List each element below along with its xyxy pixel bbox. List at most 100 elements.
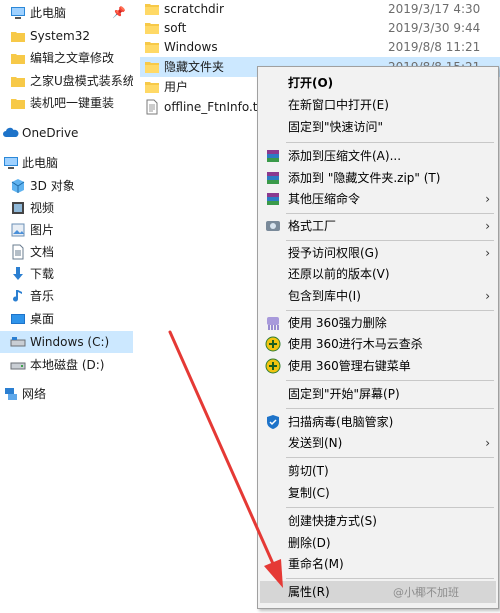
nav-item-drive-c[interactable]: Windows (C:): [0, 331, 133, 353]
shield-icon: [267, 415, 279, 429]
menu-item-format-factory[interactable]: 格式工厂 ›: [260, 215, 496, 237]
plus-360-icon: [265, 358, 281, 374]
menu-item-properties[interactable]: 属性(R): [260, 581, 496, 603]
menu-item-send-to[interactable]: 发送到(N) ›: [260, 432, 496, 454]
chevron-right-icon: ›: [485, 289, 490, 303]
nav-item-this-pc[interactable]: 此电脑: [0, 152, 133, 174]
nav-label: 此电脑: [22, 156, 59, 170]
nav-item-onedrive[interactable]: OneDrive: [0, 122, 133, 144]
nav-item-usb-install[interactable]: 之家U盘模式装系统: [0, 70, 133, 92]
menu-label: 在新窗口中打开(E): [288, 98, 389, 112]
menu-item-cut[interactable]: 剪切(T): [260, 460, 496, 482]
menu-item-360-trojan-scan[interactable]: 使用 360进行木马云查杀: [260, 333, 496, 355]
menu-item-copy[interactable]: 复制(C): [260, 482, 496, 504]
nav-item-desktop[interactable]: 桌面: [0, 308, 133, 330]
file-name: 隐藏文件夹: [164, 60, 225, 74]
menu-item-create-shortcut[interactable]: 创建快捷方式(S): [260, 510, 496, 532]
menu-item-delete[interactable]: 删除(D): [260, 532, 496, 554]
winrar-icon: [267, 193, 279, 205]
menu-item-open-new-window[interactable]: 在新窗口中打开(E): [260, 94, 496, 116]
menu-label: 添加到 "隐藏文件夹.zip" (T): [288, 171, 441, 185]
nav-item-pictures[interactable]: 图片: [0, 219, 133, 241]
menu-item-pin-quick-access[interactable]: 固定到"快速访问": [260, 116, 496, 138]
menu-separator: [286, 507, 494, 508]
pin-icon[interactable]: 📌: [112, 6, 126, 19]
menu-label: 格式工厂: [288, 219, 337, 233]
menu-label: 发送到(N): [288, 436, 343, 450]
nav-item-music[interactable]: 音乐: [0, 285, 133, 307]
winrar-icon: [267, 150, 279, 162]
chevron-right-icon: ›: [485, 246, 490, 260]
menu-label: 复制(C): [288, 486, 330, 500]
nav-item-one-click-reinstall[interactable]: 装机吧一键重装: [0, 92, 133, 114]
nav-item-network[interactable]: 网络: [0, 383, 133, 405]
pc-icon: [11, 7, 25, 19]
menu-separator: [286, 380, 494, 381]
nav-item-system32[interactable]: System32: [0, 25, 133, 47]
menu-separator: [286, 310, 494, 311]
nav-item-3d-objects[interactable]: 3D 对象: [0, 175, 133, 197]
folder-icon: [145, 4, 159, 15]
menu-item-include-library[interactable]: 包含到库中(I) ›: [260, 285, 496, 307]
drive-d-icon: [10, 362, 26, 370]
navigation-pane: 此电脑 📌 System32 编辑之文章修改 之家U盘模式装系统 装机吧一键重装…: [0, 0, 133, 613]
menu-separator: [286, 578, 494, 579]
music-icon: [13, 290, 22, 302]
watermark-text: @小椰不加班: [393, 586, 459, 599]
nav-item-this-pc-quick[interactable]: 此电脑 📌: [0, 2, 133, 24]
menu-item-360-force-delete[interactable]: 使用 360强力删除: [260, 312, 496, 334]
menu-item-rename[interactable]: 重命名(M): [260, 553, 496, 575]
nav-label: 桌面: [30, 312, 55, 326]
menu-item-pin-start[interactable]: 固定到"开始"屏幕(P): [260, 383, 496, 405]
file-row-scratchdir[interactable]: scratchdir 2019/3/17 4:30: [140, 0, 500, 19]
menu-item-add-to-archive[interactable]: 添加到压缩文件(A)...: [260, 145, 496, 167]
menu-label: 包含到库中(I): [288, 289, 361, 303]
file-date: 2019/3/30 9:44: [388, 21, 481, 35]
context-menu: 打开(O) 在新窗口中打开(E) 固定到"快速访问" 添加到压缩文件(A)...…: [257, 66, 499, 609]
menu-label: 重命名(M): [288, 557, 344, 571]
menu-label: 使用 360进行木马云查杀: [288, 337, 423, 351]
3d-objects-icon: [11, 179, 25, 193]
nav-label: 视频: [30, 201, 55, 215]
download-icon: [13, 267, 23, 280]
chevron-right-icon: ›: [485, 219, 490, 233]
nav-item-documents[interactable]: 文档: [0, 241, 133, 263]
menu-item-other-compress[interactable]: 其他压缩命令 ›: [260, 188, 496, 210]
nav-item-videos[interactable]: 视频: [0, 197, 133, 219]
menu-item-scan-virus[interactable]: 扫描病毒(电脑管家): [260, 411, 496, 433]
nav-label: 文档: [30, 245, 55, 259]
chevron-right-icon: ›: [485, 192, 490, 206]
folder-icon: [145, 62, 159, 73]
format-factory-icon: [266, 221, 280, 231]
file-row-windows[interactable]: Windows 2019/8/8 11:21: [140, 37, 500, 57]
menu-item-open[interactable]: 打开(O): [260, 72, 496, 94]
menu-item-360-manage-menu[interactable]: 使用 360管理右键菜单: [260, 355, 496, 377]
menu-item-add-to-zip[interactable]: 添加到 "隐藏文件夹.zip" (T): [260, 167, 496, 189]
nav-item-drive-d[interactable]: 本地磁盘 (D:): [0, 354, 133, 376]
menu-item-grant-access[interactable]: 授予访问权限(G) ›: [260, 242, 496, 264]
nav-item-downloads[interactable]: 下载: [0, 263, 133, 285]
folder-icon: [11, 99, 25, 109]
file-date: 2019/8/8 11:21: [388, 40, 481, 54]
menu-separator: [286, 213, 494, 214]
menu-label: 添加到压缩文件(A)...: [288, 149, 402, 163]
menu-label: 固定到"开始"屏幕(P): [288, 387, 400, 401]
menu-separator: [286, 457, 494, 458]
nav-label: 图片: [30, 223, 55, 237]
menu-label: 剪切(T): [288, 464, 329, 478]
menu-label: 固定到"快速访问": [288, 120, 384, 134]
file-row-soft[interactable]: soft 2019/3/30 9:44: [140, 18, 500, 38]
file-name: offline_FtnInfo.txt: [164, 100, 270, 114]
nav-label: 音乐: [30, 289, 55, 303]
pictures-icon: [11, 223, 25, 237]
menu-label: 其他压缩命令: [288, 192, 361, 206]
folder-icon: [11, 77, 25, 87]
menu-label: 使用 360管理右键菜单: [288, 359, 411, 373]
plus-360-icon: [265, 336, 281, 352]
nav-item-article-edit[interactable]: 编辑之文章修改: [0, 47, 133, 69]
menu-item-restore-versions[interactable]: 还原以前的版本(V): [260, 263, 496, 285]
documents-icon: [12, 244, 24, 260]
nav-label: 3D 对象: [30, 179, 75, 193]
video-icon: [12, 202, 24, 214]
nav-label: 下载: [30, 267, 55, 281]
